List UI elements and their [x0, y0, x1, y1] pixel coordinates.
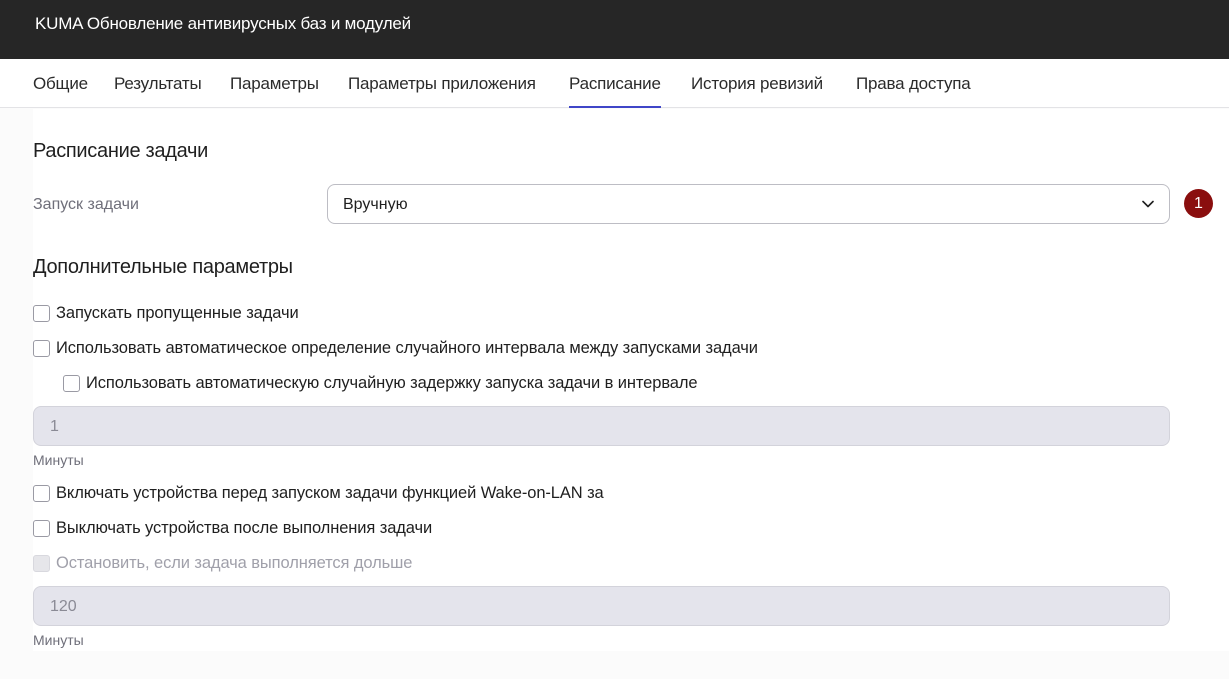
tab-access-rights[interactable]: Права доступа [856, 74, 971, 108]
tab-parameters[interactable]: Параметры [230, 74, 319, 108]
shutdown-after-label: Выключать устройства после выполнения за… [56, 519, 433, 537]
wake-on-lan-label: Включать устройства перед запуском задач… [56, 484, 604, 502]
tab-schedule[interactable]: Расписание [569, 74, 661, 108]
tab-revision-history[interactable]: История ревизий [691, 74, 823, 108]
tab-app-parameters[interactable]: Параметры приложения [348, 74, 536, 108]
wake-on-lan-checkbox[interactable] [33, 485, 50, 502]
run-missed-tasks-label: Запускать пропущенные задачи [56, 304, 299, 322]
stop-duration-input: 120 [33, 586, 1170, 626]
run-missed-tasks-checkbox[interactable] [33, 305, 50, 322]
chevron-down-icon [1142, 200, 1154, 208]
shutdown-after-checkbox[interactable] [33, 520, 50, 537]
window-title: KUMA Обновление антивирусных баз и модул… [35, 14, 411, 33]
tab-general[interactable]: Общие [33, 74, 88, 108]
delay-interval-input: 1 [33, 406, 1170, 446]
stop-if-longer-checkbox [33, 555, 50, 572]
stop-if-longer-label: Остановить, если задача выполняется доль… [56, 554, 413, 572]
title-bar: KUMA Обновление антивирусных баз и модул… [0, 0, 1229, 59]
tab-results[interactable]: Результаты [114, 74, 202, 108]
run-task-label: Запуск задачи [33, 196, 139, 213]
run-task-value: Вручную [343, 196, 408, 213]
stop-duration-unit: Минуты [33, 632, 84, 648]
random-interval-label: Использовать автоматическое определение … [56, 339, 758, 357]
tab-bar: Общие Результаты Параметры Параметры при… [0, 59, 1229, 108]
run-task-select[interactable]: Вручную [327, 184, 1170, 224]
schedule-heading: Расписание задачи [33, 140, 208, 162]
random-interval-checkbox[interactable] [33, 340, 50, 357]
delay-interval-unit: Минуты [33, 452, 84, 468]
stop-duration-value: 120 [50, 598, 77, 615]
random-delay-checkbox[interactable] [63, 375, 80, 392]
advanced-heading: Дополнительные параметры [33, 256, 293, 278]
step-badge: 1 [1184, 189, 1213, 218]
random-delay-label: Использовать автоматическую случайную за… [86, 374, 698, 392]
delay-interval-value: 1 [50, 418, 59, 435]
